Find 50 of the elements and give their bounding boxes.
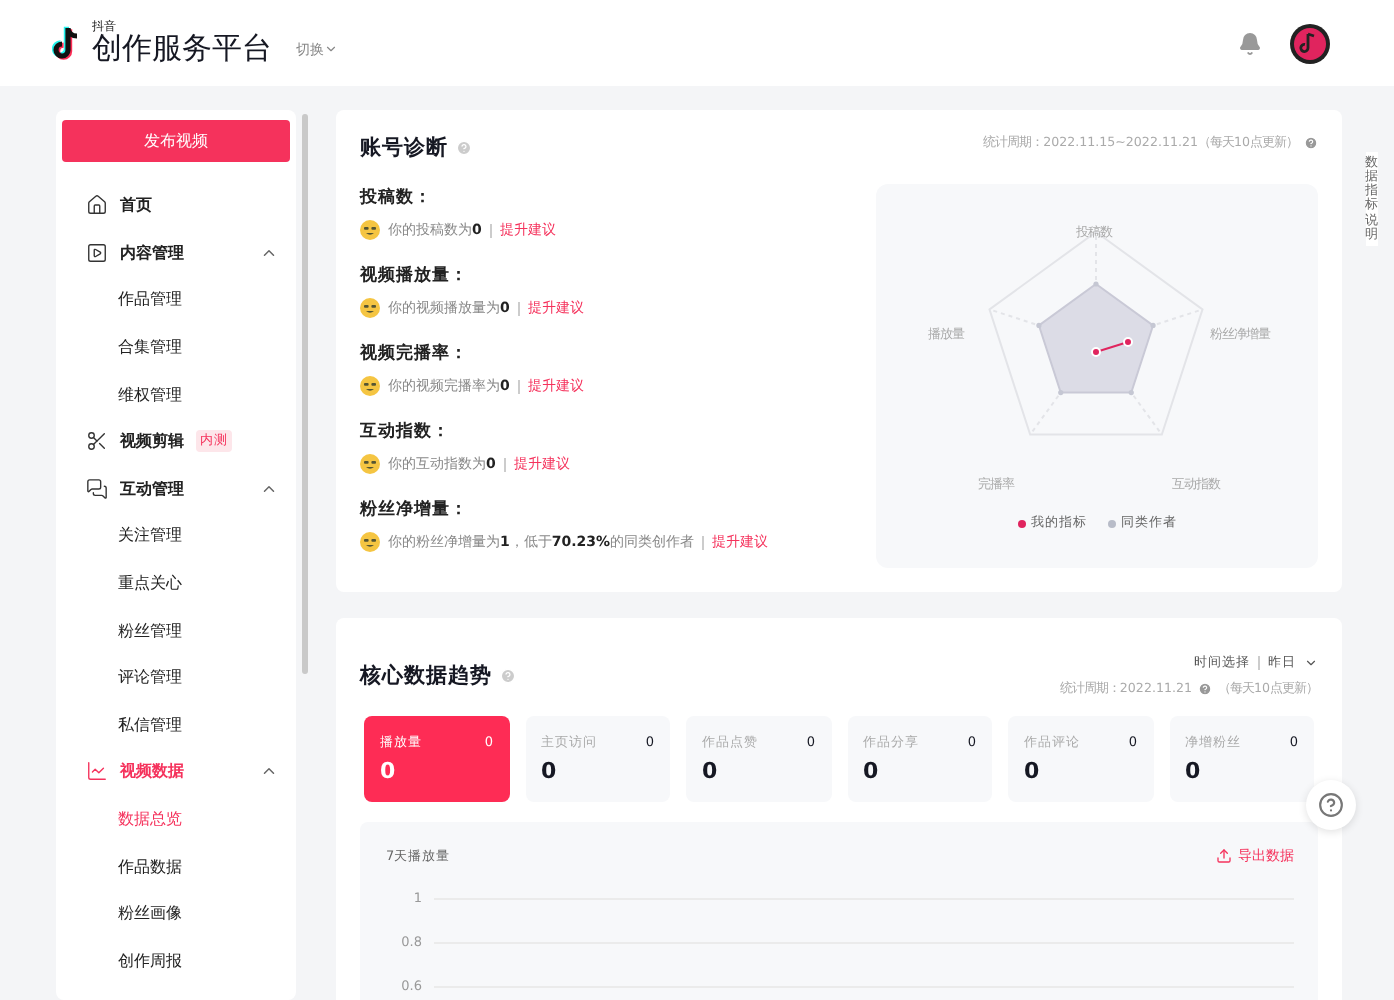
nav-item[interactable]: 互动管理 xyxy=(62,465,290,513)
nav-subitem[interactable]: 创作周报 xyxy=(62,937,290,985)
metric-value: 0 xyxy=(1185,758,1203,784)
help-icon xyxy=(1318,792,1344,818)
metric-label: 互动指数： xyxy=(360,420,452,444)
scissors-icon xyxy=(86,430,108,453)
nav-item[interactable]: 内容管理 xyxy=(62,229,290,277)
notification-bell-icon[interactable] xyxy=(1238,31,1262,55)
nav-subitem[interactable]: 粉丝管理 xyxy=(62,606,290,654)
nav-item[interactable]: 首页 xyxy=(62,182,290,230)
metric-label: 投稿数： xyxy=(360,186,434,210)
home-icon xyxy=(86,194,108,217)
nav-subitem[interactable]: 私信管理 xyxy=(62,701,290,749)
chart-icon xyxy=(86,760,108,783)
metric-value: 0 xyxy=(541,758,559,784)
chevron-down-icon[interactable] xyxy=(1304,656,1318,670)
emoji-icon xyxy=(360,298,380,318)
logo-title: 创作服务平台 xyxy=(92,34,272,64)
avatar[interactable] xyxy=(1290,23,1330,63)
publish-video-button[interactable]: 发布视频 xyxy=(62,120,290,162)
chat-icon xyxy=(86,477,108,500)
nav-subitem[interactable]: 重点关心 xyxy=(62,559,290,607)
metric-value: 0 xyxy=(1024,758,1042,784)
nav-subitem[interactable]: 作品数据 xyxy=(62,842,290,890)
help-icon[interactable] xyxy=(1197,682,1212,696)
caret-icon[interactable] xyxy=(324,42,338,56)
emoji-icon xyxy=(360,454,380,474)
nav-subitem[interactable]: 数据总览 xyxy=(62,795,290,843)
metric-value: 0 xyxy=(863,758,881,784)
emoji-icon xyxy=(360,376,380,396)
nav-subitem[interactable]: 关注管理 xyxy=(62,512,290,560)
help-button[interactable] xyxy=(1306,780,1356,830)
nav-subitem[interactable]: 评论管理 xyxy=(62,653,290,702)
nav-subitem[interactable]: 合集管理 xyxy=(62,323,290,371)
metric-label: 视频播放量： xyxy=(360,264,470,288)
metric-label: 视频完播率： xyxy=(360,342,470,366)
nav-subitem[interactable]: 作品管理 xyxy=(62,276,290,324)
emoji-icon xyxy=(360,220,380,240)
card-title: 核心数据趋势 xyxy=(360,662,492,690)
help-icon[interactable] xyxy=(1304,136,1318,150)
metric-value: 0 xyxy=(702,758,720,784)
card-title: 账号诊断 xyxy=(360,134,448,162)
nav-subitem[interactable]: 粉丝画像 xyxy=(62,889,290,937)
nav-item[interactable]: 视频数据 xyxy=(62,748,290,796)
metric-label: 粉丝净增量： xyxy=(360,498,470,522)
metric-value: 0 xyxy=(380,758,398,784)
upload-icon xyxy=(1216,848,1232,864)
nav-subitem[interactable]: 维权管理 xyxy=(62,370,290,418)
play-icon xyxy=(86,241,108,264)
emoji-icon xyxy=(360,532,380,552)
